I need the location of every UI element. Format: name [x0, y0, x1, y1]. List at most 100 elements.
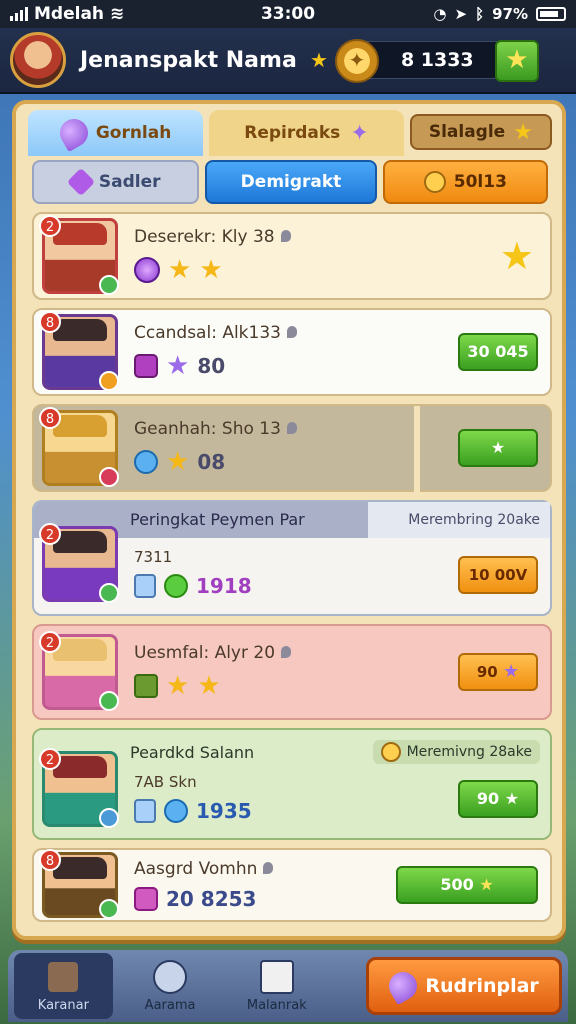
row-title: Peardkd Salann — [130, 742, 255, 762]
tab-label: Repirdaks — [244, 123, 341, 143]
list-item[interactable]: Peardkd Salann Meremivng 28ake 2 7AB Skn… — [32, 728, 552, 840]
star-button[interactable]: ★ — [458, 429, 538, 467]
score-value: 1918 — [196, 574, 252, 598]
player-portrait: 8 — [39, 849, 119, 919]
player-portrait: 2 — [39, 215, 119, 295]
primary-action-button[interactable]: Rudrinplar — [366, 957, 562, 1015]
player-name: Uesmfal: Alyr 20 — [134, 643, 276, 663]
rank-badge: 2 — [39, 631, 61, 653]
player-portrait: 2 — [39, 523, 119, 603]
nav-label: Aarama — [144, 997, 196, 1013]
star-icon: ★ — [502, 661, 520, 682]
rank-badge: 2 — [39, 748, 61, 770]
score-value: 20 8253 — [166, 887, 257, 911]
status-badge — [99, 371, 119, 391]
gem-icon — [164, 574, 188, 598]
status-badge — [99, 899, 119, 919]
add-coins-button[interactable]: ★ — [494, 40, 539, 82]
reward-button[interactable]: 500 ★ — [396, 866, 538, 904]
search-icon — [153, 959, 188, 994]
reward-button[interactable]: 10 00V — [458, 556, 538, 594]
tab-slalagle[interactable]: Slalagle ★ — [409, 114, 552, 150]
location-pin-icon — [286, 422, 297, 434]
bottom-nav: Karanar Aarama Malanrak Rudrinplar — [8, 950, 568, 1022]
clock: 33:00 — [260, 4, 316, 24]
gem-icon — [66, 167, 96, 197]
filter-label: Sadler — [98, 172, 161, 192]
player-name: Aasgrd Vomhn — [134, 859, 258, 879]
mail-icon — [259, 959, 294, 994]
player-avatar[interactable] — [10, 32, 66, 88]
reward-label: 90 — [476, 663, 498, 681]
score-value: 08 — [197, 450, 226, 474]
filter-bar: Sadler Demigrakt 50l13 — [32, 160, 548, 204]
leaderboard-panel: Gornlah Repirdaks ✦ Slalagle ★ Sadler De… — [12, 100, 566, 940]
favorite-star-icon[interactable]: ★ — [500, 234, 534, 278]
location-icon: ➤ — [454, 5, 468, 23]
wifi-icon: ≋ — [110, 4, 125, 24]
list-item[interactable]: Peringkat Peymen Par Merembring 20ake 2 … — [32, 500, 552, 616]
player-portrait: 2 — [39, 631, 119, 711]
nav-aarama[interactable]: Aarama — [121, 953, 220, 1019]
tab-label: Slalagle — [428, 122, 506, 142]
coin-counter: ✦ 8 1333 ★ — [334, 39, 539, 83]
rank-badge: 8 — [39, 849, 61, 871]
star-icon: ★ — [513, 119, 533, 145]
status-badge — [99, 808, 119, 828]
player-name: Ccandsal: Alk133 — [134, 323, 281, 343]
star-icon: ★ — [199, 255, 223, 285]
gem-icon — [134, 450, 158, 474]
list-item[interactable]: 2 Uesmfal: Alyr 20 ★ ★ 90 ★ — [32, 624, 552, 720]
status-bar: Mdelah ≋ 33:00 ◔ ➤ ᛒ 97% — [0, 0, 576, 28]
player-portrait: 8 — [39, 311, 119, 391]
coin-icon — [423, 171, 446, 193]
star-icon: ★ — [166, 671, 190, 701]
status-badge — [99, 583, 119, 603]
filter-sadler[interactable]: Sadler — [32, 160, 200, 204]
gem-icon — [134, 574, 156, 598]
star-icon: ★ — [168, 255, 192, 285]
filter-coins[interactable]: 50l13 — [382, 160, 548, 204]
reward-button[interactable]: 90 ★ — [458, 780, 538, 818]
nav-label: Karanar — [37, 997, 89, 1013]
filter-label: Demigrakt — [240, 172, 342, 192]
nav-malanrak[interactable]: Malanrak — [227, 953, 326, 1019]
bluetooth-icon: ᛒ — [475, 5, 485, 23]
reward-label: 500 — [440, 875, 474, 894]
battery-percent: 97% — [492, 5, 528, 23]
gem-icon — [134, 674, 158, 698]
divider — [414, 406, 420, 494]
tab-repirdaks[interactable]: Repirdaks ✦ — [209, 110, 404, 156]
player-portrait: 8 — [39, 407, 119, 487]
primary-action-label: Rudrinplar — [425, 975, 539, 997]
signal-icon — [10, 7, 28, 21]
gem-icon — [134, 354, 158, 378]
list-item[interactable]: 8 Geanhah: Sho 13 ★ 08 ★ — [32, 404, 552, 494]
nav-label: Malanrak — [246, 997, 307, 1013]
reward-button[interactable]: 30 045 — [458, 333, 538, 371]
filter-demigrakt[interactable]: Demigrakt — [205, 160, 377, 204]
battery-icon — [536, 7, 566, 21]
tab-bar: Gornlah Repirdaks ✦ Slalagle ★ — [28, 110, 552, 156]
top-bar: Jenanspakt Nama ★ ✦ 8 1333 ★ — [0, 28, 576, 94]
row-header: Peardkd Salann Meremivng 28ake — [130, 740, 540, 764]
star-icon: ★ — [490, 438, 506, 457]
tab-gornlah[interactable]: Gornlah — [28, 110, 204, 156]
rank-badge: 2 — [39, 215, 61, 237]
status-badge — [99, 691, 119, 711]
home-icon — [46, 959, 81, 994]
coin-amount: 8 1333 — [400, 49, 474, 71]
location-pin-icon — [263, 862, 274, 874]
reward-button[interactable]: 90 ★ — [458, 653, 538, 691]
tab-label: Gornlah — [95, 123, 172, 143]
nav-karanar[interactable]: Karanar — [14, 953, 113, 1019]
player-name: Jenanspakt Nama — [80, 47, 297, 73]
star-icon: ★ — [479, 875, 494, 894]
list-item[interactable]: 2 Deserekr: Kly 38 ★ ★ ★ — [32, 212, 552, 300]
player-name: Deserekr: Kly 38 — [134, 227, 275, 247]
gem-icon — [134, 799, 156, 823]
star-icon: ★ — [504, 789, 520, 808]
score-value: 80 — [197, 354, 226, 378]
list-item[interactable]: 8 Ccandsal: Alk133 ★ 80 30 045 — [32, 308, 552, 396]
list-item[interactable]: 8 Aasgrd Vomhn 20 8253 500 ★ — [32, 848, 552, 922]
